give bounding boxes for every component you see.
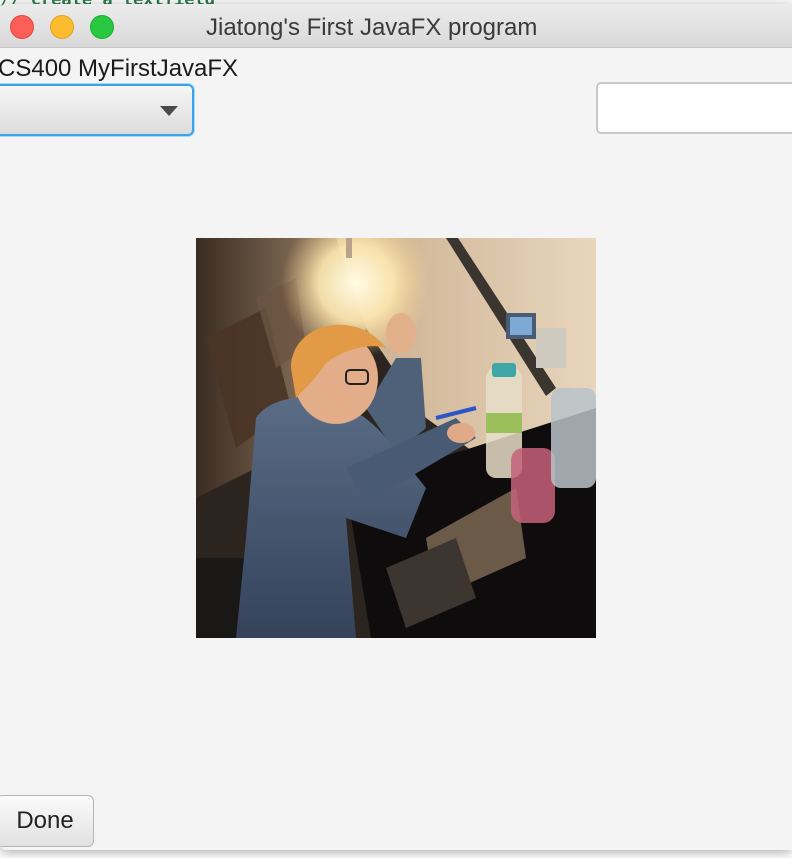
window-title: Jiatong's First JavaFX program bbox=[206, 14, 538, 41]
minimize-window-button[interactable] bbox=[50, 15, 74, 39]
maximize-window-button[interactable] bbox=[90, 15, 114, 39]
app-label: CS400 MyFirstJavaFX bbox=[0, 55, 239, 82]
close-window-button[interactable] bbox=[10, 15, 34, 39]
title-bar[interactable]: Jiatong's First JavaFX program bbox=[0, 4, 792, 48]
photo-illustration bbox=[196, 238, 596, 638]
text-field[interactable] bbox=[596, 82, 792, 134]
app-window: Jiatong's First JavaFX program CS400 MyF… bbox=[0, 4, 792, 850]
chevron-down-icon[interactable] bbox=[160, 106, 178, 116]
combo-box[interactable] bbox=[0, 84, 194, 136]
done-button[interactable]: Done bbox=[0, 795, 94, 847]
photo-image bbox=[196, 238, 596, 638]
